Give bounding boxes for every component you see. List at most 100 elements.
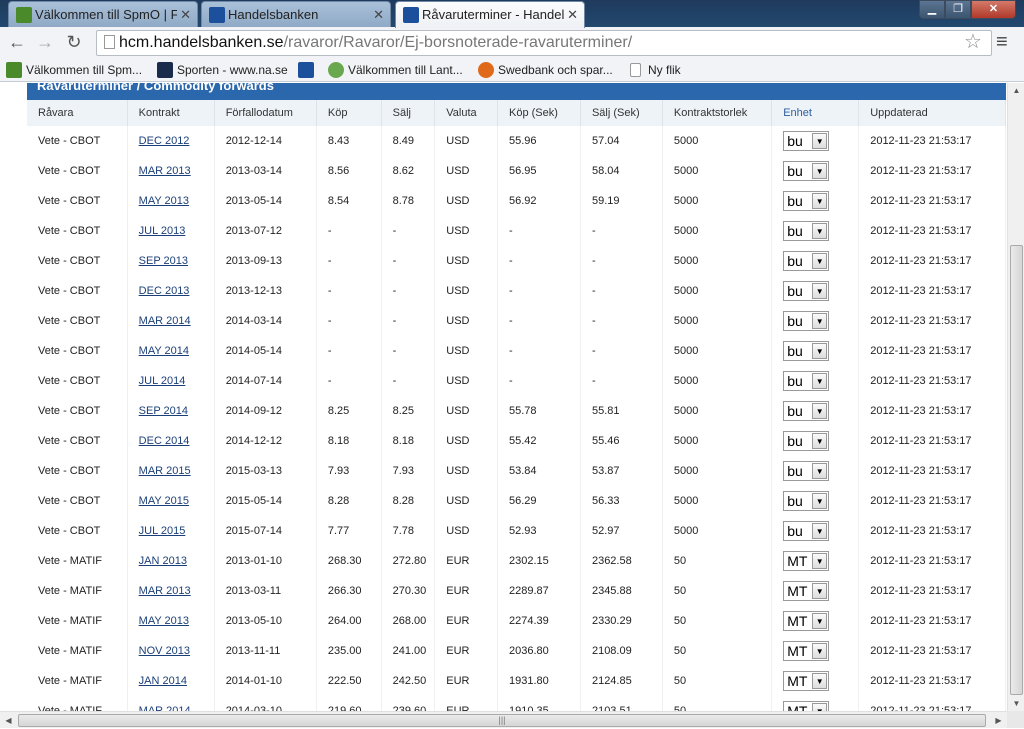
chevron-down-icon[interactable]: ▼ [812,433,828,449]
chevron-down-icon[interactable]: ▼ [812,643,828,659]
section-title: Råvaruterminer / Commodity forwards [27,83,1006,100]
unit-select[interactable]: MT▼ [783,671,830,691]
contract-link[interactable]: DEC 2013 [139,285,190,297]
contract-link[interactable]: NOV 2013 [139,645,190,657]
unit-select[interactable]: bu ▼ [783,521,830,541]
unit-select[interactable]: bu ▼ [783,341,830,361]
chevron-down-icon[interactable]: ▼ [812,463,828,479]
arrow-left-icon[interactable]: ← [5,31,29,55]
close-icon[interactable]: ✕ [373,2,384,27]
unit-select[interactable]: bu ▼ [783,371,830,391]
bookmark-item[interactable]: Swedbank och spar... [478,58,613,82]
chevron-down-icon[interactable]: ▼ [812,223,828,239]
arrow-right-icon[interactable]: → [33,31,57,55]
contract-link[interactable]: MAY 2013 [139,615,189,627]
chevron-down-icon[interactable]: ▼ [812,523,828,539]
chevron-down-icon[interactable]: ▼ [812,193,828,209]
chevron-down-icon[interactable]: ▼ [812,673,828,689]
unit-select[interactable]: MT▼ [783,641,830,661]
unit-select[interactable]: MT▼ [783,611,830,631]
vertical-scrollbar[interactable]: ▲ ▼ [1007,83,1024,711]
address-bar[interactable]: hcm.handelsbanken.se/ravaror/Ravaror/Ej-… [96,30,992,56]
cell-forfall: 2014-09-12 [214,396,317,426]
tab-ravaruterminer[interactable]: Råvaruterminer - Handelsb ✕ [395,1,585,28]
contract-link[interactable]: JAN 2014 [139,675,187,687]
table-row: Vete - MATIF MAR 2013 2013-03-11 266.30 270.… [27,576,1006,606]
reload-icon[interactable]: ↻ [62,31,86,55]
contract-link[interactable]: JAN 2013 [139,555,187,567]
unit-select[interactable]: bu ▼ [783,491,830,511]
minimize-button[interactable]: ▁ [919,0,945,19]
cell-forfall: 2013-11-11 [214,636,317,666]
cell-salj-sek: 56.33 [580,486,663,516]
unit-select[interactable]: bu ▼ [783,131,830,151]
chevron-down-icon[interactable]: ▼ [812,403,828,419]
unit-select[interactable]: bu ▼ [783,281,830,301]
scroll-down-icon[interactable]: ▼ [1008,696,1024,711]
unit-select[interactable]: MT▼ [783,581,830,601]
page-icon [104,35,115,49]
bookmark-item[interactable]: Välkommen till Lant... [328,58,463,82]
contract-link[interactable]: MAY 2015 [139,495,189,507]
chevron-down-icon[interactable]: ▼ [812,373,828,389]
contract-link[interactable]: SEP 2013 [139,255,188,267]
scroll-left-icon[interactable]: ◀ [0,712,17,729]
contract-link[interactable]: DEC 2014 [139,435,190,447]
chevron-down-icon[interactable]: ▼ [812,613,828,629]
unit-select[interactable]: bu ▼ [783,251,830,271]
contract-link[interactable]: JUL 2014 [139,375,186,387]
bookmark-item[interactable]: Välkommen till Spm... [6,58,142,82]
unit-select[interactable]: bu ▼ [783,161,830,181]
tab-spmo[interactable]: Välkommen till SpmO | För ✕ [8,1,198,27]
contract-link[interactable]: SEP 2014 [139,405,188,417]
unit-select[interactable]: bu ▼ [783,401,830,421]
tab-handelsbanken[interactable]: Handelsbanken ✕ [201,1,391,27]
close-icon[interactable]: ✕ [180,2,191,27]
menu-icon[interactable]: ≡ [996,31,1008,53]
contract-link[interactable]: JUL 2015 [139,525,186,537]
maximize-button[interactable]: ❐ [945,0,971,19]
window-close-button[interactable]: ✕ [971,0,1016,19]
unit-select[interactable]: bu ▼ [783,221,830,241]
chevron-down-icon[interactable]: ▼ [812,133,828,149]
unit-select[interactable]: MT▼ [783,551,830,571]
chevron-down-icon[interactable]: ▼ [812,583,828,599]
vertical-scroll-thumb[interactable] [1010,245,1023,695]
unit-select[interactable]: bu ▼ [783,191,830,211]
horizontal-scrollbar[interactable]: ◀ ||| ▶ [0,711,1007,728]
scroll-up-icon[interactable]: ▲ [1008,83,1024,98]
star-icon[interactable]: ☆ [964,29,982,54]
chevron-down-icon[interactable]: ▼ [812,163,828,179]
table-row: Vete - CBOT MAR 2015 2015-03-13 7.93 7.93 USD… [27,456,1006,486]
cell-forfall: 2014-07-14 [214,366,317,396]
contract-link[interactable]: MAR 2014 [139,315,191,327]
unit-select[interactable]: bu ▼ [783,431,830,451]
contract-link[interactable]: MAR 2015 [139,465,191,477]
contract-link[interactable]: MAY 2014 [139,345,189,357]
chevron-down-icon[interactable]: ▼ [812,493,828,509]
contract-link[interactable]: MAR 2013 [139,585,191,597]
unit-select[interactable]: MT▼ [783,701,830,711]
horizontal-scroll-thumb[interactable]: ||| [18,714,986,727]
bookmark-item[interactable]: Ny flik [628,58,681,82]
cell-salj-sek: - [580,336,663,366]
contract-link[interactable]: MAR 2013 [139,165,191,177]
contract-link[interactable]: JUL 2013 [139,225,186,237]
chevron-down-icon[interactable]: ▼ [812,343,828,359]
chevron-down-icon[interactable]: ▼ [812,553,828,569]
bookmark-item[interactable]: Sporten - www.na.se [157,58,288,82]
scroll-right-icon[interactable]: ▶ [990,712,1007,729]
close-icon[interactable]: ✕ [567,2,578,27]
bookmark-item[interactable] [298,58,318,82]
chevron-down-icon[interactable]: ▼ [812,253,828,269]
unit-select[interactable]: bu ▼ [783,461,830,481]
column-header: Kontrakt [127,100,215,126]
contract-link[interactable]: MAY 2013 [139,195,189,207]
contract-link[interactable]: DEC 2012 [139,135,190,147]
cell-storlek: 5000 [662,246,773,276]
chevron-down-icon[interactable]: ▼ [812,283,828,299]
unit-select[interactable]: bu ▼ [783,311,830,331]
chevron-down-icon[interactable]: ▼ [812,703,828,711]
browser-toolbar: ← → ↻ hcm.handelsbanken.se/ravaror/Ravar… [0,27,1024,58]
chevron-down-icon[interactable]: ▼ [812,313,828,329]
